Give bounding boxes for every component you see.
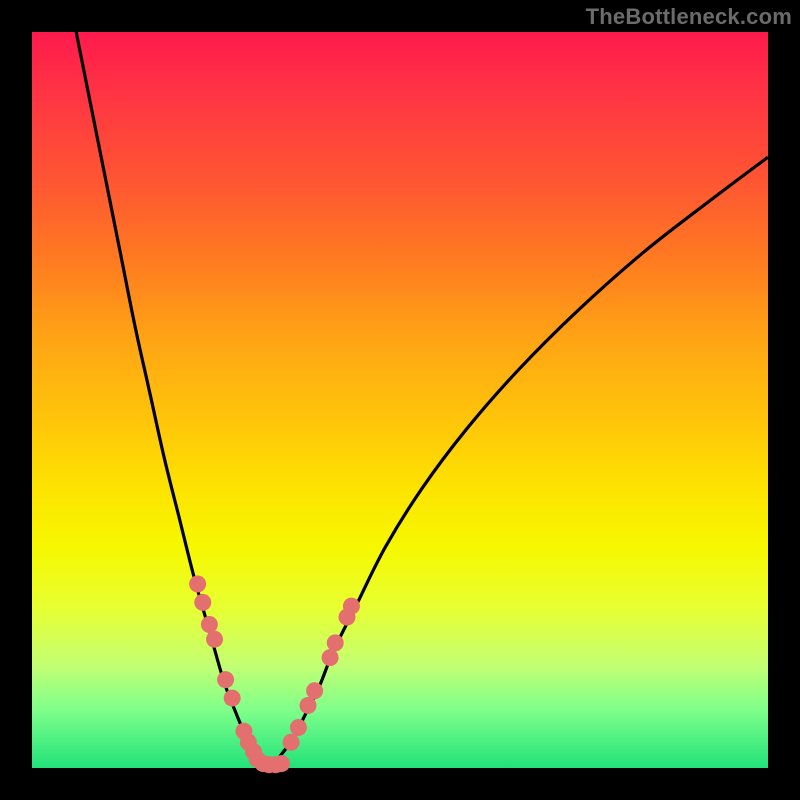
- chart-frame: TheBottleneck.com: [0, 0, 800, 800]
- left-curve-line: [76, 32, 264, 763]
- data-marker: [343, 598, 360, 615]
- data-marker: [290, 719, 307, 736]
- data-marker: [201, 616, 218, 633]
- data-marker: [300, 697, 317, 714]
- data-marker: [327, 634, 344, 651]
- data-marker: [273, 755, 290, 772]
- data-marker: [194, 594, 211, 611]
- chart-svg: [32, 32, 768, 768]
- data-marker: [217, 671, 234, 688]
- data-markers: [189, 576, 360, 774]
- data-marker: [306, 682, 323, 699]
- watermark-text: TheBottleneck.com: [586, 4, 792, 30]
- data-marker: [206, 631, 223, 648]
- data-marker: [283, 734, 300, 751]
- plot-area: [32, 32, 768, 768]
- data-marker: [224, 690, 241, 707]
- data-marker: [189, 576, 206, 593]
- right-curve-line: [275, 157, 768, 763]
- data-marker: [322, 649, 339, 666]
